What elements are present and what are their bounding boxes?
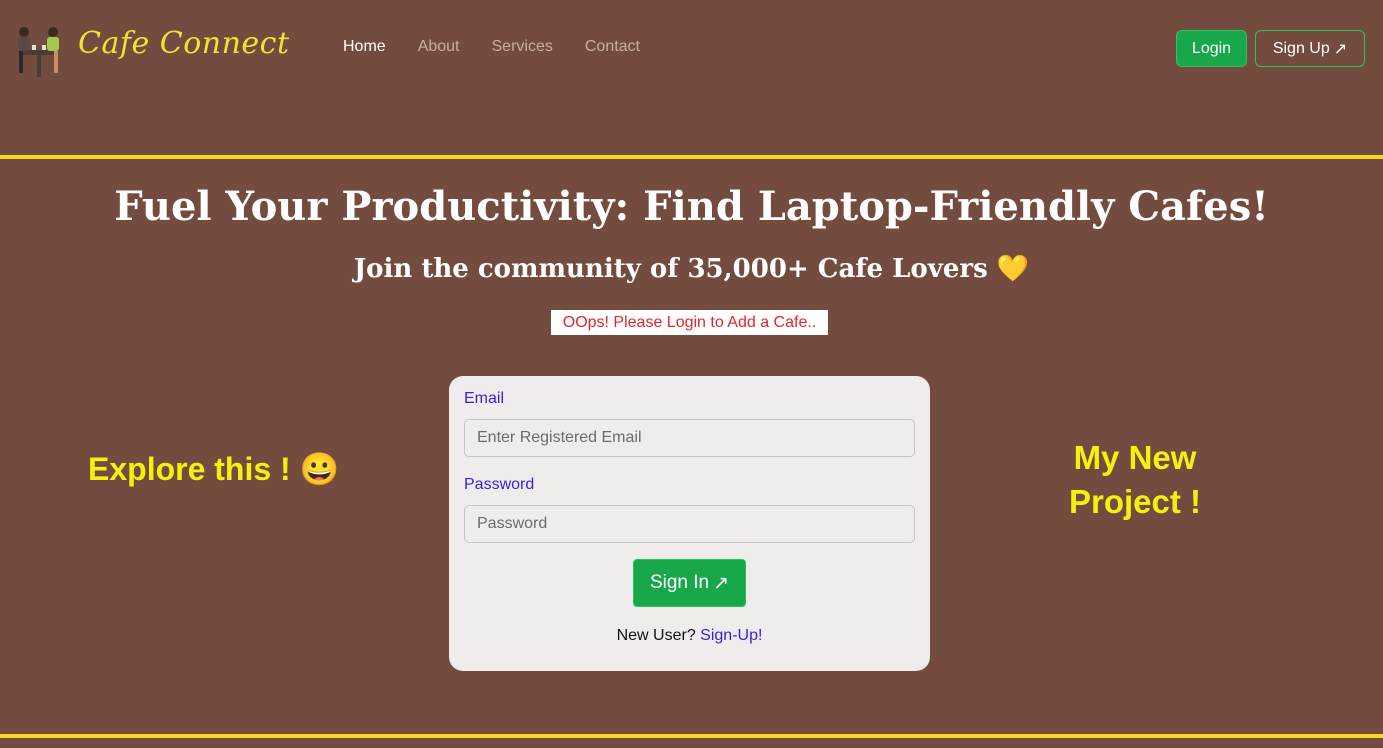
login-button-label: Login (1191, 39, 1232, 57)
login-form: Email Password Sign In ↗ New User? Sign-… (449, 376, 930, 671)
password-label: Password (464, 476, 535, 493)
signup-link[interactable]: Sign-Up! (700, 627, 762, 644)
new-project-line1: My New (1073, 439, 1197, 476)
explore-text: Explore this ! 😀 (88, 451, 340, 487)
nav-links: Home About Services Contact (343, 38, 672, 56)
nav-link-services[interactable]: Services (492, 38, 553, 56)
cafe-logo-icon[interactable] (12, 20, 66, 80)
signup-button[interactable]: Sign Up ↗ (1255, 30, 1365, 67)
signup-button-label: Sign Up (1272, 39, 1330, 57)
divider-top (0, 155, 1383, 159)
sign-in-button[interactable]: Sign In ↗ (633, 559, 746, 607)
sign-in-button-label: Sign In (649, 572, 710, 593)
nav-link-home[interactable]: Home (343, 38, 386, 56)
new-project-text: My New Project ! (1040, 436, 1230, 524)
login-button[interactable]: Login (1176, 30, 1247, 67)
hero-subtitle: Join the community of 35,000+ Cafe Lover… (353, 254, 1030, 284)
brand-name[interactable]: Cafe Connect (78, 26, 290, 61)
navbar: Cafe Connect Home About Services Contact… (0, 0, 1383, 95)
email-field[interactable] (464, 419, 915, 457)
login-alert: OOps! Please Login to Add a Cafe.. (551, 310, 828, 335)
email-label: Email (464, 390, 505, 407)
hero-title: Fuel Your Productivity: Find Laptop-Frie… (114, 183, 1269, 230)
nav-link-contact[interactable]: Contact (585, 38, 640, 56)
divider-bottom (0, 734, 1383, 738)
nav-link-about[interactable]: About (418, 38, 460, 56)
new-user-text: New User? (616, 627, 696, 644)
new-project-line2: Project ! (1068, 483, 1202, 520)
password-field[interactable] (464, 505, 915, 543)
arrow-up-right-icon: ↗ (713, 572, 730, 594)
new-user-prompt: New User? Sign-Up! (449, 627, 930, 645)
arrow-up-right-icon: ↗ (1333, 40, 1348, 58)
